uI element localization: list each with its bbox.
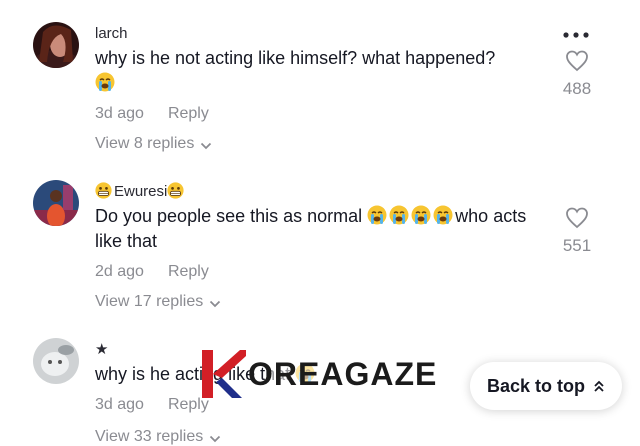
- grimacing-face-icon: [95, 182, 112, 199]
- double-chevron-up-icon: [594, 380, 604, 392]
- comment-time: 2d ago: [95, 263, 144, 280]
- loudly-crying-face-icon: [95, 72, 115, 92]
- comment-meta: 2d ago Reply: [95, 263, 209, 281]
- view-replies-label: View 33 replies: [95, 428, 204, 445]
- chevron-down-icon: [201, 142, 212, 150]
- loudly-crying-face-icon: [389, 205, 409, 225]
- comment-username[interactable]: ★: [95, 340, 108, 358]
- more-options-icon[interactable]: [562, 30, 590, 40]
- comment-username[interactable]: Ewuresi: [95, 182, 186, 200]
- watermark-text: OREAGAZE: [248, 355, 438, 392]
- comment-time: 3d ago: [95, 105, 144, 122]
- comment-text-content: why is he not acting like himself? what …: [95, 48, 496, 68]
- chevron-down-icon: [210, 435, 221, 443]
- view-replies-button[interactable]: View 33 replies: [95, 428, 221, 446]
- avatar[interactable]: [33, 180, 79, 226]
- watermark-k-icon: [202, 350, 246, 398]
- chevron-down-icon: [210, 300, 221, 308]
- like-count: 488: [562, 79, 592, 98]
- view-replies-label: View 17 replies: [95, 293, 204, 310]
- loudly-crying-face-icon: [433, 205, 453, 225]
- avatar[interactable]: [33, 22, 79, 68]
- watermark-logo: OREAGAZE: [202, 350, 442, 398]
- avatar[interactable]: [33, 338, 79, 384]
- reply-button[interactable]: Reply: [168, 105, 209, 122]
- back-to-top-button[interactable]: Back to top: [470, 362, 622, 410]
- heart-icon: [566, 50, 588, 72]
- username-label: Ewuresi: [114, 183, 168, 200]
- reply-button[interactable]: Reply: [168, 396, 209, 413]
- comment-text-content: Do you people see this as normal: [95, 206, 363, 226]
- comment-text: Do you people see this as normal who act…: [95, 204, 545, 254]
- comment-text: why is he not acting like himself? what …: [95, 46, 550, 96]
- view-replies-label: View 8 replies: [95, 135, 195, 152]
- loudly-crying-face-icon: [411, 205, 431, 225]
- comment-time: 3d ago: [95, 396, 144, 413]
- reply-button[interactable]: Reply: [168, 263, 209, 280]
- loudly-crying-face-icon: [367, 205, 387, 225]
- view-replies-button[interactable]: View 17 replies: [95, 293, 221, 311]
- heart-icon: [566, 207, 588, 229]
- comment-meta: 3d ago Reply: [95, 396, 209, 414]
- back-to-top-label: Back to top: [486, 375, 585, 396]
- like-count: 551: [562, 236, 592, 255]
- like-button[interactable]: 551: [547, 207, 607, 256]
- view-replies-button[interactable]: View 8 replies: [95, 135, 212, 153]
- comment-meta: 3d ago Reply: [95, 105, 209, 123]
- comment-username[interactable]: larch: [95, 25, 128, 42]
- like-button[interactable]: 488: [547, 50, 607, 99]
- grimacing-face-icon: [167, 182, 184, 199]
